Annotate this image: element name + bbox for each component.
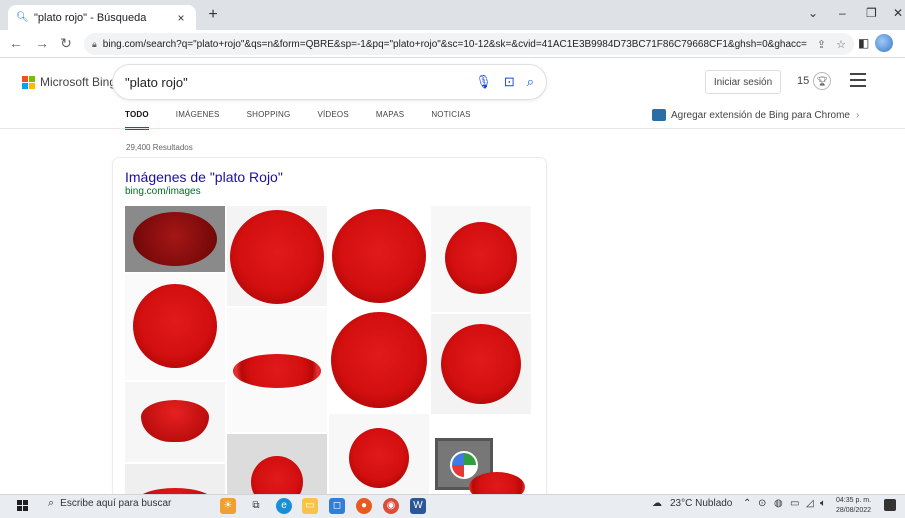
battery-icon[interactable]: ▭ <box>790 498 799 509</box>
weather-icon: ☁ <box>652 498 662 509</box>
search-icon[interactable]: ⌕ <box>527 74 534 90</box>
edge-icon[interactable]: e <box>276 498 292 514</box>
microsoft-logo-icon <box>22 75 35 89</box>
image-thumbnail[interactable] <box>227 308 327 432</box>
taskbar-search[interactable]: ⌕ Escribe aquí para buscar <box>48 497 171 510</box>
clock-time: 04:35 p. m. <box>836 497 872 504</box>
image-grid <box>125 206 531 498</box>
image-thumbnail[interactable] <box>431 314 531 414</box>
chevron-up-icon[interactable]: ⌃ <box>743 498 751 509</box>
image-thumbnail[interactable] <box>125 382 225 462</box>
rewards-button[interactable]: 15 🏆︎ <box>797 72 832 90</box>
bookmark-star-icon[interactable]: ☆ <box>836 38 846 51</box>
volume-icon[interactable]: 🔈︎ <box>820 498 826 509</box>
browser-toolbar: ← → ↻ 🔒︎ bing.com/search?q="plato+rojo"&… <box>0 30 905 58</box>
firefox-icon[interactable]: ● <box>356 498 372 514</box>
menu-icon[interactable] <box>850 73 866 91</box>
browser-tab[interactable]: 🔍︎ "plato rojo" - Búsqueda × <box>8 5 196 30</box>
image-thumbnail[interactable] <box>431 206 531 312</box>
extension-promo-text: Agregar extensión de Bing para Chrome <box>671 109 850 121</box>
minimize-button[interactable]: – <box>839 6 846 20</box>
tab-todo[interactable]: TODO <box>125 110 149 130</box>
image-thumbnail[interactable] <box>125 206 225 272</box>
microphone-icon[interactable]: 🎙︎ <box>475 74 492 90</box>
forward-arrow-icon[interactable]: → <box>34 35 50 51</box>
trophy-icon: 🏆︎ <box>813 72 832 90</box>
image-thumbnail[interactable] <box>125 464 225 498</box>
lock-icon: 🔒︎ <box>92 38 97 49</box>
images-answer-card: Imágenes de "plato Rojo" bing.com/images <box>113 158 546 498</box>
image-thumbnail[interactable] <box>329 414 429 498</box>
search-scopes: TODO IMÁGENES SHOPPING VÍDEOS MAPAS NOTI… <box>125 110 498 130</box>
word-icon[interactable]: W <box>410 498 426 514</box>
store-icon[interactable]: ◻ <box>329 498 345 514</box>
tab-noticias[interactable]: NOTICIAS <box>431 110 470 130</box>
image-thumbnail[interactable] <box>227 206 327 306</box>
sign-in-button[interactable]: Iniciar sesión <box>705 70 781 94</box>
extension-icon <box>652 109 666 121</box>
tab-strip: 🔍︎ "plato rojo" - Búsqueda × + ⌄ – ❐ ✕ <box>0 0 905 30</box>
visual-search-icon[interactable]: ⊡ <box>504 74 515 90</box>
maximize-button[interactable]: ❐ <box>866 6 877 20</box>
search-input[interactable]: "plato rojo" <box>125 75 463 90</box>
images-card-title[interactable]: Imágenes de "plato Rojo" <box>125 169 283 185</box>
network-icon[interactable]: ◿ <box>806 498 814 509</box>
tab-imagenes[interactable]: IMÁGENES <box>176 110 220 130</box>
image-thumbnail[interactable] <box>431 416 531 498</box>
clock-date: 28/08/2022 <box>836 507 872 514</box>
image-thumbnail[interactable] <box>329 308 429 412</box>
tab-mapas[interactable]: MAPAS <box>376 110 404 130</box>
profile-avatar[interactable] <box>875 34 893 52</box>
image-thumbnail[interactable] <box>329 206 429 306</box>
search-favicon-icon: 🔍︎ <box>16 11 29 23</box>
file-explorer-icon[interactable]: ▭ <box>302 498 318 514</box>
results-count: 29,400 Resultados <box>126 143 193 152</box>
taskbar-search-placeholder: Escribe aquí para buscar <box>60 498 172 509</box>
windows-start-icon[interactable] <box>17 500 28 511</box>
extension-promo[interactable]: Agregar extensión de Bing para Chrome › <box>652 109 859 121</box>
reload-icon[interactable]: ↻ <box>58 35 74 52</box>
task-view-icon[interactable]: ⧉ <box>248 498 264 514</box>
tab-search-icon[interactable]: ⌄ <box>808 6 818 20</box>
scope-divider <box>0 128 905 129</box>
rewards-count: 15 <box>797 75 810 87</box>
address-bar[interactable]: 🔒︎ bing.com/search?q="plato+rojo"&qs=n&f… <box>84 33 854 55</box>
search-icon: ⌕ <box>48 497 55 509</box>
image-thumbnail[interactable] <box>125 274 225 380</box>
search-box[interactable]: "plato rojo" 🎙︎ ⊡ ⌕ <box>113 65 546 99</box>
images-card-url: bing.com/images <box>125 186 201 197</box>
chrome-icon[interactable]: ◉ <box>383 498 399 514</box>
weather-text[interactable]: 23°C Nublado <box>670 498 732 509</box>
taskbar-clock[interactable]: 04:35 p. m. 28/08/2022 <box>836 496 871 516</box>
sidebar-icon[interactable]: ◧ <box>858 36 869 50</box>
notifications-icon[interactable] <box>884 499 896 511</box>
tab-title: "plato rojo" - Búsqueda <box>34 11 147 24</box>
tray-app-icon[interactable]: ◍ <box>774 498 783 509</box>
tray-app-icon[interactable]: ⊙ <box>758 498 766 509</box>
url-text: bing.com/search?q="plato+rojo"&qs=n&form… <box>102 38 807 50</box>
logo-text: Microsoft Bing <box>40 75 117 89</box>
tab-close-icon[interactable]: × <box>174 11 188 25</box>
share-icon[interactable]: ⇪ <box>817 38 826 51</box>
tab-videos[interactable]: VÍDEOS <box>317 110 348 130</box>
back-arrow-icon[interactable]: ← <box>8 35 24 51</box>
close-window-button[interactable]: ✕ <box>893 6 903 20</box>
new-tab-button[interactable]: + <box>204 6 222 24</box>
widgets-icon[interactable]: ☀ <box>220 498 236 514</box>
bing-logo[interactable]: Microsoft Bing <box>22 75 116 89</box>
image-thumbnail[interactable] <box>227 434 327 498</box>
tab-shopping[interactable]: SHOPPING <box>247 110 291 130</box>
chevron-right-icon: › <box>856 109 860 121</box>
